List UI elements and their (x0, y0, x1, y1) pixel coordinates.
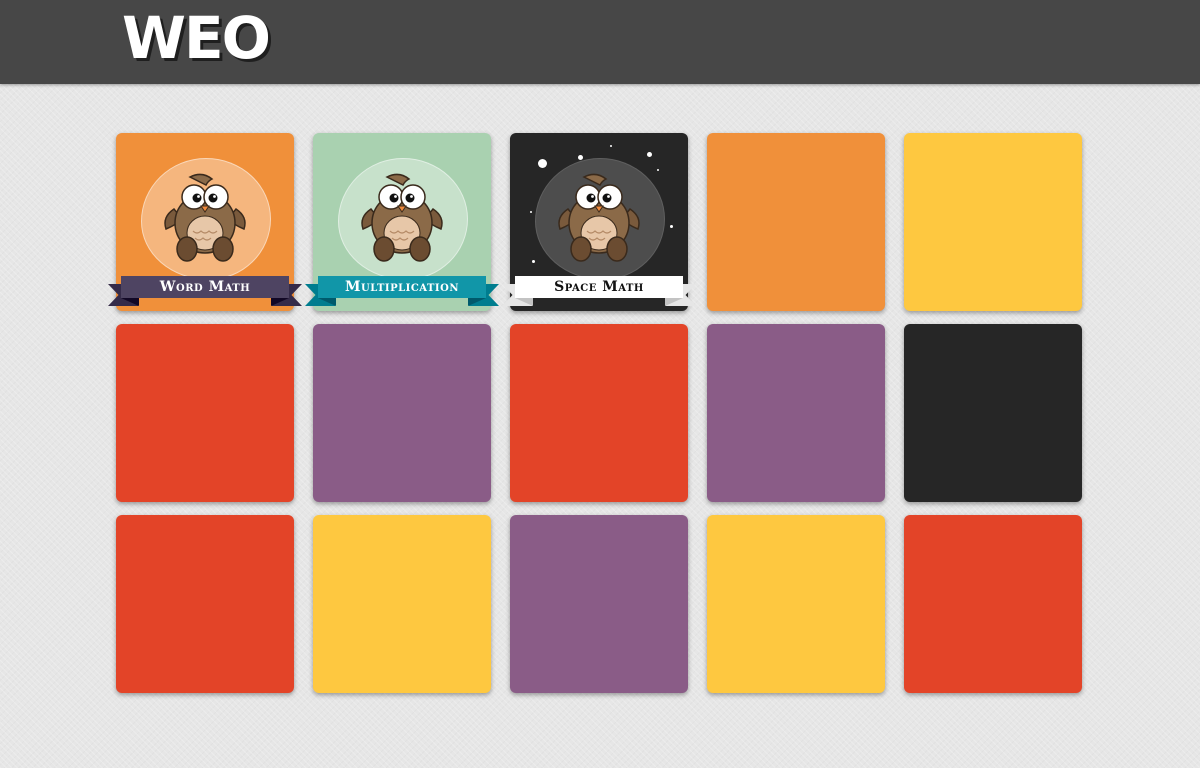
activity-tile-word-math[interactable]: Word Math (108, 133, 302, 311)
star-decoration (647, 152, 652, 157)
owl-mascot-icon (160, 171, 250, 263)
activity-tile[interactable] (510, 324, 688, 502)
activity-tile[interactable] (313, 324, 491, 502)
activity-tile[interactable] (707, 515, 885, 693)
activity-tile[interactable] (707, 133, 885, 311)
activity-tile-space-math[interactable]: Space Math (502, 133, 696, 311)
owl-mascot-icon (554, 171, 644, 263)
activity-tile[interactable] (116, 515, 294, 693)
star-decoration (670, 225, 673, 228)
activity-tile-multiplication[interactable]: Multiplication (305, 133, 499, 311)
title-ribbon: Multiplication (305, 276, 499, 306)
title-ribbon: Space Math (502, 276, 696, 306)
activity-tile[interactable] (707, 324, 885, 502)
title-ribbon: Word Math (108, 276, 302, 306)
activity-tile[interactable] (313, 515, 491, 693)
activity-title: Word Math (121, 276, 289, 298)
owl-mascot-icon (357, 171, 447, 263)
star-decoration (532, 260, 535, 263)
activity-title: Space Math (515, 276, 683, 298)
top-navigation-bar: WEO (0, 0, 1200, 84)
activity-tile[interactable] (510, 515, 688, 693)
activity-tile[interactable] (904, 515, 1082, 693)
weo-logo[interactable]: WEO (122, 6, 271, 70)
activity-title: Multiplication (318, 276, 486, 298)
star-decoration (610, 145, 612, 147)
star-decoration (538, 159, 547, 168)
star-decoration (530, 211, 532, 213)
star-decoration (657, 169, 659, 171)
activity-tile[interactable] (904, 133, 1082, 311)
activity-tile[interactable] (116, 324, 294, 502)
activity-tile[interactable] (904, 324, 1082, 502)
